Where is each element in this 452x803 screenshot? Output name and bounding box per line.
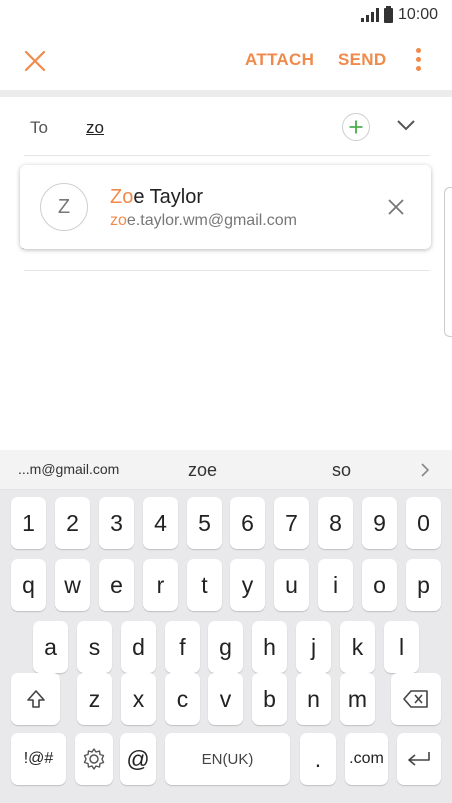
- key-5[interactable]: 5: [187, 497, 222, 549]
- edge-panel-handle[interactable]: [444, 187, 452, 337]
- chevron-right-icon[interactable]: [419, 462, 431, 478]
- contact-name: Zoe Taylor: [110, 186, 204, 208]
- key-0[interactable]: 0: [406, 497, 441, 549]
- prediction-2[interactable]: zoe: [188, 460, 217, 481]
- toolbar-divider: [0, 90, 452, 97]
- to-label: To: [30, 118, 48, 137]
- close-icon[interactable]: [22, 48, 48, 74]
- keyboard: 1 2 3 4 5 6 7 8 9 0 q w e r t y u i o p …: [0, 490, 452, 803]
- status-bar: 10:00: [0, 0, 452, 32]
- add-icon[interactable]: [342, 113, 370, 141]
- key-r[interactable]: r: [143, 559, 178, 611]
- signal-icon: [360, 8, 379, 22]
- key-3[interactable]: 3: [99, 497, 134, 549]
- key-b[interactable]: b: [252, 673, 287, 725]
- key-f[interactable]: f: [165, 621, 200, 673]
- avatar: Z: [40, 183, 88, 231]
- clock: 10:00: [397, 6, 438, 23]
- space-key[interactable]: EN(UK): [165, 733, 290, 785]
- shift-icon: [26, 690, 45, 708]
- gear-icon: [83, 748, 105, 770]
- key-9[interactable]: 9: [362, 497, 397, 549]
- key-c[interactable]: c: [165, 673, 200, 725]
- key-m[interactable]: m: [340, 673, 375, 725]
- to-divider: [24, 155, 430, 156]
- contact-suggestion[interactable]: Z Zoe Taylor zoe.taylor.wm@gmail.com: [20, 165, 431, 249]
- more-vert-icon[interactable]: [416, 48, 422, 74]
- key-l[interactable]: l: [384, 621, 419, 673]
- key-p[interactable]: p: [406, 559, 441, 611]
- key-i[interactable]: i: [318, 559, 353, 611]
- status-right: 10:00: [360, 5, 438, 24]
- settings-key[interactable]: [75, 733, 113, 785]
- shift-key[interactable]: [11, 673, 60, 725]
- key-g[interactable]: g: [208, 621, 243, 673]
- key-u[interactable]: u: [274, 559, 309, 611]
- key-y[interactable]: y: [230, 559, 265, 611]
- prediction-bar: ...m@gmail.com zoe so: [0, 450, 452, 490]
- key-n[interactable]: n: [296, 673, 331, 725]
- backspace-key[interactable]: [391, 673, 441, 725]
- key-w[interactable]: w: [55, 559, 90, 611]
- key-z[interactable]: z: [77, 673, 112, 725]
- key-x[interactable]: x: [121, 673, 156, 725]
- key-q[interactable]: q: [11, 559, 46, 611]
- battery-icon: [383, 5, 393, 23]
- enter-key[interactable]: [397, 733, 441, 785]
- send-button[interactable]: SEND: [338, 50, 386, 70]
- key-j[interactable]: j: [296, 621, 331, 673]
- period-key[interactable]: .: [300, 733, 336, 785]
- enter-icon: [408, 752, 430, 766]
- key-d[interactable]: d: [121, 621, 156, 673]
- to-row: To zo: [0, 97, 452, 155]
- key-4[interactable]: 4: [143, 497, 178, 549]
- key-k[interactable]: k: [340, 621, 375, 673]
- chevron-down-icon[interactable]: [395, 117, 417, 133]
- contact-email: zoe.taylor.wm@gmail.com: [110, 212, 297, 229]
- key-2[interactable]: 2: [55, 497, 90, 549]
- key-6[interactable]: 6: [230, 497, 265, 549]
- to-input[interactable]: zo: [86, 118, 104, 138]
- key-e[interactable]: e: [99, 559, 134, 611]
- key-v[interactable]: v: [208, 673, 243, 725]
- key-o[interactable]: o: [362, 559, 397, 611]
- attach-button[interactable]: ATTACH: [245, 50, 314, 70]
- prediction-3[interactable]: so: [332, 460, 351, 481]
- key-h[interactable]: h: [252, 621, 287, 673]
- key-t[interactable]: t: [187, 559, 222, 611]
- compose-toolbar: ATTACH SEND: [0, 32, 452, 90]
- key-7[interactable]: 7: [274, 497, 309, 549]
- symbols-key[interactable]: !@#: [11, 733, 66, 785]
- at-key[interactable]: @: [120, 733, 156, 785]
- key-1[interactable]: 1: [11, 497, 46, 549]
- key-a[interactable]: a: [33, 621, 68, 673]
- backspace-icon: [403, 690, 428, 708]
- dotcom-key[interactable]: .com: [345, 733, 388, 785]
- key-s[interactable]: s: [77, 621, 112, 673]
- key-8[interactable]: 8: [318, 497, 353, 549]
- subject-divider: [24, 270, 430, 271]
- dismiss-icon[interactable]: [387, 198, 405, 216]
- prediction-1[interactable]: ...m@gmail.com: [18, 461, 119, 477]
